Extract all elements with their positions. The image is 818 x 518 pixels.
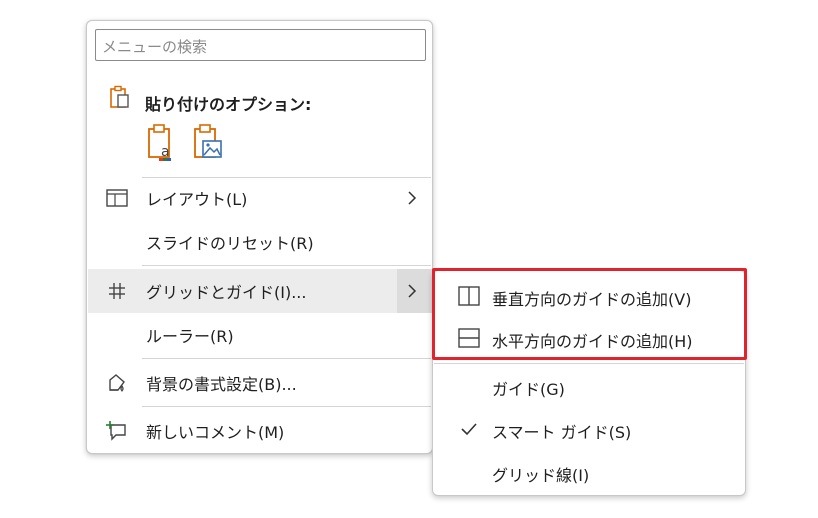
submenu-item-label: ガイド(G): [492, 380, 565, 399]
submenu-item-smart-guides[interactable]: スマート ガイド(S): [434, 408, 746, 450]
menu-item-label: 背景の書式設定(B)...: [146, 375, 297, 394]
submenu-item-label: 水平方向のガイドの追加(H): [492, 332, 693, 351]
menu-item-label: スライドのリセット(R): [146, 234, 314, 253]
separator: [434, 363, 744, 364]
paste-picture-button[interactable]: [191, 123, 225, 163]
chevron-right-icon: [403, 281, 421, 301]
separator: [142, 406, 431, 407]
clipboard-picture-icon: [194, 124, 222, 158]
submenu-item-guides[interactable]: ガイド(G): [434, 365, 746, 407]
menu-item-grid-and-guides[interactable]: グリッドとガイド(I)...: [88, 269, 433, 313]
menu-item-label: グリッドとガイド(I)...: [146, 283, 307, 302]
grid-guides-submenu: 垂直方向のガイドの追加(V) 水平方向のガイドの追加(H) ガイド(G) スマー…: [432, 270, 746, 496]
separator: [142, 265, 431, 266]
menu-item-label: 新しいコメント(M): [146, 423, 285, 442]
submenu-item-label: スマート ガイド(S): [492, 423, 632, 442]
clipboard-text-icon: a: [148, 124, 171, 161]
checkmark-icon: [456, 418, 482, 440]
submenu-item-label: グリッド線(I): [492, 466, 590, 485]
menu-item-layout[interactable]: レイアウト(L): [88, 176, 433, 220]
submenu-item-add-vertical-guide[interactable]: 垂直方向のガイドの追加(V): [434, 275, 746, 317]
menu-item-label: ルーラー(R): [146, 327, 234, 346]
vertical-guide-icon: [456, 285, 482, 307]
svg-text:a: a: [161, 144, 170, 160]
paste-options-icon: [109, 85, 131, 111]
new-comment-icon: [104, 419, 130, 443]
menu-item-reset-slide[interactable]: スライドのリセット(R): [88, 220, 433, 264]
layout-icon: [104, 186, 130, 210]
horizontal-guide-icon: [456, 327, 482, 349]
submenu-item-gridlines[interactable]: グリッド線(I): [434, 451, 746, 493]
submenu-item-label: 垂直方向のガイドの追加(V): [492, 290, 692, 309]
context-menu: メニューの検索 貼り付けのオプション: a レイアウト(L) スライドのリセット…: [86, 20, 433, 454]
menu-search-input[interactable]: メニューの検索: [95, 29, 426, 61]
format-background-icon: [104, 371, 130, 395]
grid-icon: [104, 279, 130, 303]
menu-item-label: レイアウト(L): [146, 190, 248, 209]
menu-item-format-background[interactable]: 背景の書式設定(B)...: [88, 361, 433, 405]
chevron-right-icon: [403, 188, 421, 208]
menu-item-ruler[interactable]: ルーラー(R): [88, 313, 433, 357]
paste-options-title: 貼り付けのオプション:: [145, 95, 312, 114]
menu-item-new-comment[interactable]: 新しいコメント(M): [88, 409, 433, 453]
paste-keep-text-only-button[interactable]: a: [145, 123, 179, 163]
separator: [142, 358, 431, 359]
submenu-item-add-horizontal-guide[interactable]: 水平方向のガイドの追加(H): [434, 317, 746, 359]
